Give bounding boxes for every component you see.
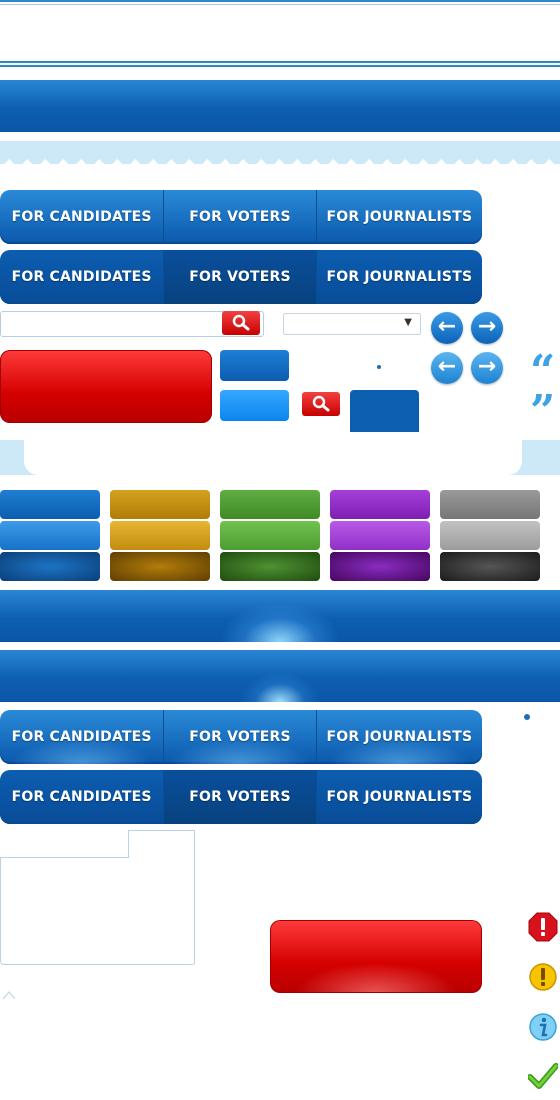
nav-item-candidates[interactable]: FOR CANDIDATES <box>0 710 165 764</box>
nav-item-candidates[interactable]: FOR CANDIDATES <box>0 190 165 244</box>
glow-bar-small <box>0 650 560 702</box>
close-quote-icon: ” <box>530 386 556 437</box>
dropdown-select[interactable]: ▼ <box>283 313 421 335</box>
zigzag-border <box>0 141 560 165</box>
arrow-left-icon: ← <box>437 354 457 379</box>
nav-bar-active-glow: FOR CANDIDATES FOR VOTERS FOR JOURNALIST… <box>0 770 482 824</box>
error-icon <box>528 912 558 942</box>
search-button[interactable] <box>222 311 260 335</box>
rule-double-a <box>0 61 560 63</box>
blue-small-button-hover[interactable] <box>220 390 289 421</box>
nav-bar-normal: FOR CANDIDATES FOR VOTERS FOR JOURNALIST… <box>0 190 482 244</box>
next-arrow-button-hover[interactable]: → <box>471 352 503 384</box>
magnifier-icon <box>312 395 330 412</box>
gray-button[interactable] <box>440 490 540 519</box>
gold-button[interactable] <box>110 490 210 519</box>
nav-item-journalists[interactable]: FOR JOURNALISTS <box>317 190 482 244</box>
nav-item-candidates[interactable]: FOR CANDIDATES <box>0 250 165 304</box>
check-icon <box>528 1063 558 1089</box>
nav-bar-active: FOR CANDIDATES FOR VOTERS FOR JOURNALIST… <box>0 250 482 304</box>
purple-button[interactable] <box>330 490 430 519</box>
nav-item-journalists[interactable]: FOR JOURNALISTS <box>316 710 482 764</box>
glow-bar <box>0 590 560 642</box>
arrow-right-icon: → <box>477 314 497 339</box>
gray-button-hover[interactable] <box>440 521 540 550</box>
gold-button-pressed[interactable] <box>110 552 210 581</box>
gold-button-hover[interactable] <box>110 521 210 550</box>
nav-item-voters[interactable]: FOR VOTERS <box>164 770 317 824</box>
green-button-hover[interactable] <box>220 521 320 550</box>
blue-button[interactable] <box>0 490 100 519</box>
rule-double-b <box>0 65 560 67</box>
next-arrow-button[interactable]: → <box>471 312 503 344</box>
chevron-down-icon: ▼ <box>404 317 412 328</box>
blue-button-hover[interactable] <box>0 521 100 550</box>
blue-button-pressed[interactable] <box>0 552 100 581</box>
arrow-left-icon: ← <box>437 314 457 339</box>
tabbed-panel <box>0 830 195 965</box>
search-button-alt[interactable] <box>302 392 340 416</box>
green-button-pressed[interactable] <box>220 552 320 581</box>
prev-arrow-button-hover[interactable]: ← <box>431 352 463 384</box>
nav-bar-glow: FOR CANDIDATES FOR VOTERS FOR JOURNALIST… <box>0 710 482 764</box>
purple-button-hover[interactable] <box>330 521 430 550</box>
caret-up-icon <box>2 991 16 1000</box>
top-rule <box>0 0 560 2</box>
purple-button-pressed[interactable] <box>330 552 430 581</box>
tab-strip <box>0 440 560 475</box>
bullet-dot <box>377 365 381 369</box>
red-large-button[interactable] <box>0 350 212 423</box>
nav-item-voters[interactable]: FOR VOTERS <box>164 190 317 244</box>
nav-item-voters[interactable]: FOR VOTERS <box>164 710 317 764</box>
blue-small-button[interactable] <box>220 350 289 381</box>
blue-tab-block[interactable] <box>350 390 419 432</box>
warning-icon <box>529 963 557 991</box>
nav-item-journalists[interactable]: FOR JOURNALISTS <box>317 250 482 304</box>
nav-item-voters[interactable]: FOR VOTERS <box>164 250 317 304</box>
red-large-button-hover[interactable] <box>270 920 482 993</box>
arrow-right-icon: → <box>477 354 497 379</box>
bullet-dot <box>524 714 530 720</box>
nav-item-candidates[interactable]: FOR CANDIDATES <box>0 770 165 824</box>
magnifier-icon <box>232 314 250 331</box>
top-rule-thin <box>0 4 560 5</box>
gray-button-pressed[interactable] <box>440 552 540 581</box>
info-icon <box>529 1013 557 1041</box>
prev-arrow-button[interactable]: ← <box>431 312 463 344</box>
green-button[interactable] <box>220 490 320 519</box>
nav-item-journalists[interactable]: FOR JOURNALISTS <box>317 770 482 824</box>
tab-strip-inner <box>24 440 522 475</box>
header-bar <box>0 80 560 132</box>
